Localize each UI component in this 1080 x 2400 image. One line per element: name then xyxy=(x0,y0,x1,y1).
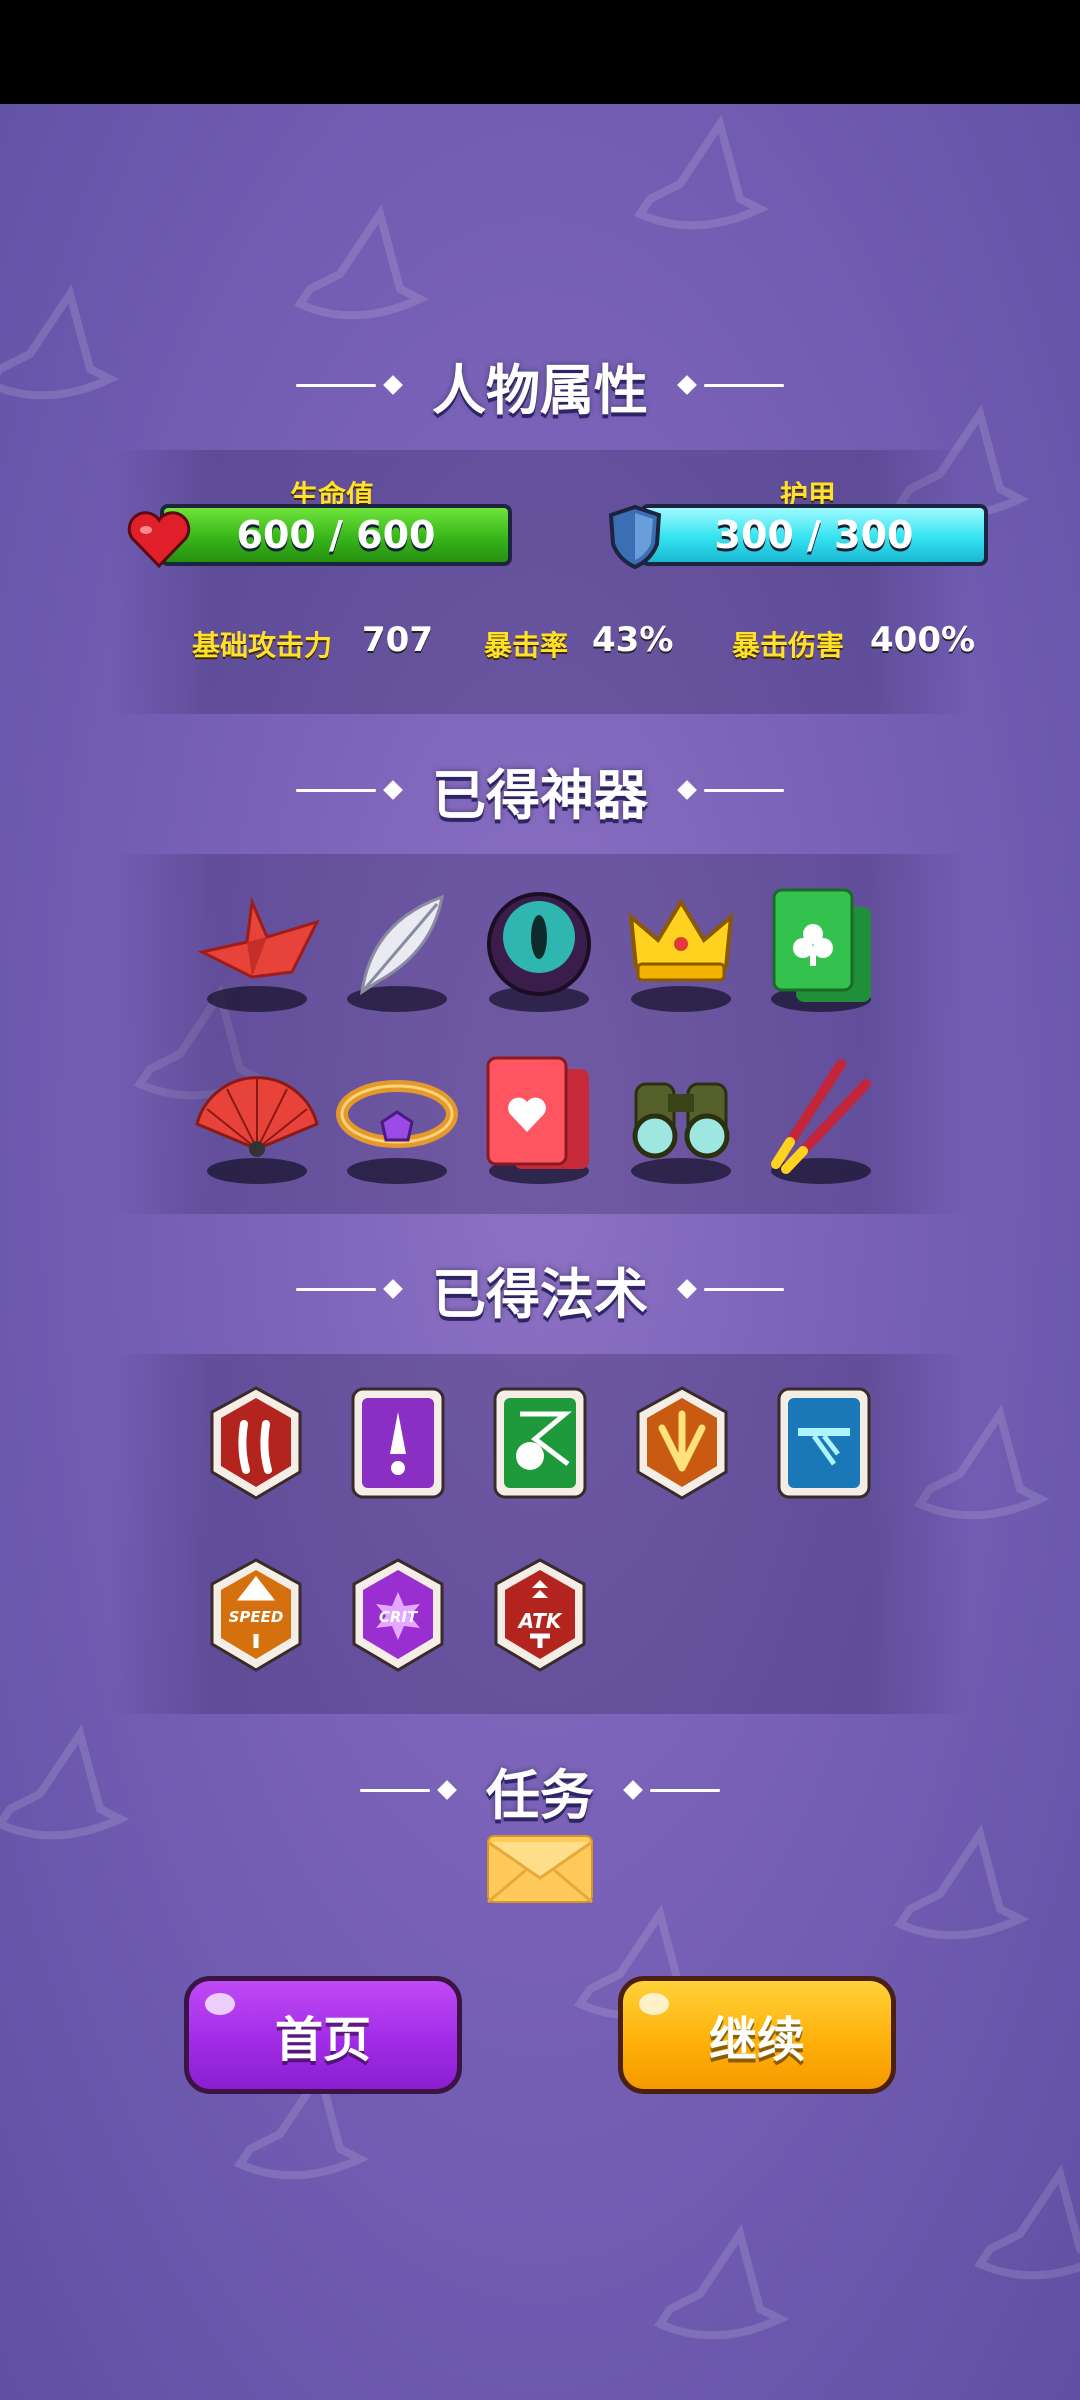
diamond-icon xyxy=(383,375,403,395)
crit-damage-value: 400% xyxy=(870,620,976,660)
attack-value: 707 xyxy=(362,620,433,660)
armor-bar: 300 / 300 xyxy=(640,504,988,566)
hat-pattern-icon xyxy=(654,2224,790,2340)
mail-icon[interactable] xyxy=(486,1834,594,1904)
tasks-title-text: 任务 xyxy=(486,1763,594,1827)
diamond-icon xyxy=(383,780,403,800)
skull-arrow-icon[interactable] xyxy=(490,1384,590,1504)
armor-value: 300 / 300 xyxy=(714,513,914,557)
claw-strike-icon[interactable] xyxy=(206,1384,306,1504)
button-gloss xyxy=(205,1993,235,2015)
home-button-label: 首页 xyxy=(274,2012,371,2068)
golden-crown-icon[interactable] xyxy=(616,882,746,1012)
laser-beam-icon[interactable] xyxy=(774,1384,874,1504)
game-screen: 人物属性 生命值 600 / 600 护甲 300 / 300 基础攻击力 70… xyxy=(0,104,1080,2400)
gem-bracelet-icon[interactable] xyxy=(332,1054,462,1184)
shield-icon xyxy=(608,504,662,570)
artifacts-title: 已得神器 xyxy=(0,755,1080,827)
hat-pattern-icon xyxy=(634,114,770,230)
diamond-icon xyxy=(677,780,697,800)
artifacts-title-text: 已得神器 xyxy=(432,763,648,827)
attributes-panel xyxy=(110,450,970,714)
tasks-title: 任务 xyxy=(0,1755,1080,1827)
hat-pattern-icon xyxy=(294,204,430,320)
divider xyxy=(704,1287,784,1291)
button-gloss xyxy=(639,1993,669,2015)
crit-rate-value: 43% xyxy=(592,620,674,660)
diamond-icon xyxy=(383,1279,403,1299)
crit-rate-label: 暴击率 xyxy=(484,629,569,662)
divider xyxy=(296,788,376,792)
paper-crane-icon[interactable] xyxy=(192,882,322,1012)
divider xyxy=(296,1287,376,1291)
chopsticks-icon[interactable] xyxy=(756,1054,886,1184)
binoculars-icon[interactable] xyxy=(616,1054,746,1184)
feather-icon[interactable] xyxy=(332,882,462,1012)
folding-fan-icon[interactable] xyxy=(192,1054,322,1184)
divider xyxy=(704,788,784,792)
hp-bar: 600 / 600 xyxy=(160,504,512,566)
hat-pattern-icon xyxy=(974,2164,1080,2280)
diamond-icon xyxy=(623,1780,643,1800)
hat-pattern-icon xyxy=(894,1824,1030,1940)
club-card-icon[interactable] xyxy=(756,882,886,1012)
eye-orb-icon[interactable] xyxy=(474,882,604,1012)
atk-up-icon[interactable]: ATK xyxy=(490,1556,590,1676)
attributes-title: 人物属性 xyxy=(0,350,1080,422)
crit-icon-text: CRIT xyxy=(379,1608,419,1626)
diamond-icon xyxy=(437,1780,457,1800)
crit-up-icon[interactable]: CRIT xyxy=(348,1556,448,1676)
divider xyxy=(704,383,784,387)
fire-burst-icon[interactable] xyxy=(632,1384,732,1504)
heart-card-icon[interactable] xyxy=(474,1054,604,1184)
spells-title-text: 已得法术 xyxy=(432,1262,648,1326)
divider xyxy=(650,1788,720,1792)
crit-damage-label: 暴击伤害 xyxy=(732,629,845,662)
spells-title: 已得法术 xyxy=(0,1254,1080,1326)
drop-spell-icon[interactable] xyxy=(348,1384,448,1504)
status-bar xyxy=(0,0,1080,104)
heart-icon xyxy=(127,511,191,568)
divider xyxy=(360,1788,430,1792)
diamond-icon xyxy=(677,1279,697,1299)
continue-button-label: 继续 xyxy=(708,2012,805,2068)
attributes-title-text: 人物属性 xyxy=(432,358,648,422)
divider xyxy=(296,383,376,387)
home-button[interactable]: 首页 xyxy=(184,1976,462,2094)
diamond-icon xyxy=(677,375,697,395)
continue-button[interactable]: 继续 xyxy=(618,1976,896,2094)
hp-value: 600 / 600 xyxy=(236,513,436,557)
attack-label: 基础攻击力 xyxy=(192,629,333,662)
speed-up-icon[interactable]: SPEED xyxy=(206,1556,306,1676)
atk-icon-text: ATK xyxy=(517,1609,563,1633)
speed-icon-text: SPEED xyxy=(229,1608,284,1626)
